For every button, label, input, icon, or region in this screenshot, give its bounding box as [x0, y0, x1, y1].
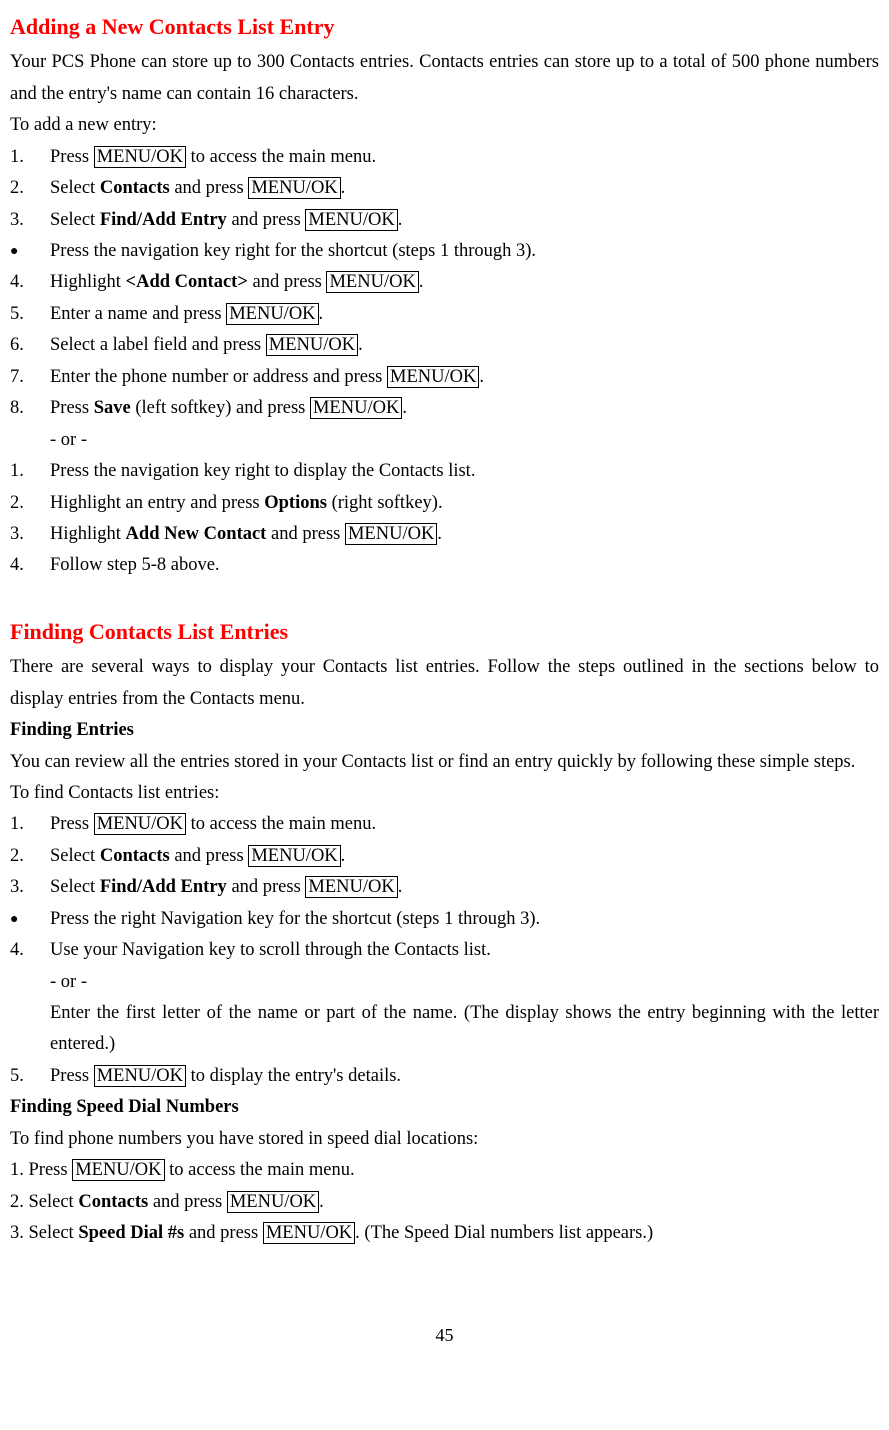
- step-number: 3.: [10, 205, 50, 236]
- key-label: MENU/OK: [263, 1222, 355, 1244]
- list-item: 4. Highlight <Add Contact> and press MEN…: [10, 267, 879, 298]
- list-item: 3. Select Speed Dial #s and press MENU/O…: [10, 1218, 879, 1249]
- list-item: 3. Select Find/Add Entry and press MENU/…: [10, 205, 879, 236]
- bold-term: Find/Add Entry: [100, 210, 227, 230]
- steps-list-1a: 1. Press MENU/OK to access the main menu…: [10, 142, 879, 236]
- list-item: 4. Follow step 5-8 above.: [10, 550, 879, 581]
- section-intro-1: Your PCS Phone can store up to 300 Conta…: [10, 47, 879, 110]
- list-item: 1. Press MENU/OK to access the main menu…: [10, 1155, 879, 1186]
- key-label: MENU/OK: [387, 366, 479, 388]
- step-number: 4.: [10, 267, 50, 298]
- sub-lead: To find phone numbers you have stored in…: [10, 1124, 879, 1155]
- step-number: 1.: [10, 809, 50, 840]
- bold-term: Options: [264, 493, 327, 513]
- step-number: 3.: [10, 519, 50, 550]
- section-lead-1: To add a new entry:: [10, 110, 879, 141]
- step-number: 7.: [10, 362, 50, 393]
- key-label: MENU/OK: [345, 523, 437, 545]
- list-item: 1. Press MENU/OK to access the main menu…: [10, 809, 879, 840]
- list-item: 2. Highlight an entry and press Options …: [10, 488, 879, 519]
- list-item: 1. Press MENU/OK to access the main menu…: [10, 142, 879, 173]
- or-text: Enter the first letter of the name or pa…: [50, 998, 879, 1061]
- bold-term: Speed Dial #s: [78, 1223, 184, 1243]
- bold-term: Contacts: [100, 846, 170, 866]
- list-item: 7. Enter the phone number or address and…: [10, 362, 879, 393]
- list-item: 1. Press the navigation key right to dis…: [10, 456, 879, 487]
- section-heading-1: Adding a New Contacts List Entry: [10, 8, 879, 45]
- list-item: 3. Highlight Add New Contact and press M…: [10, 519, 879, 550]
- bold-term: <Add Contact>: [126, 272, 248, 292]
- step-number: 4.: [10, 935, 50, 966]
- list-item: 2. Select Contacts and press MENU/OK.: [10, 841, 879, 872]
- bold-term: Add New Contact: [126, 524, 267, 544]
- step-number: 5.: [10, 299, 50, 330]
- key-label: MENU/OK: [248, 845, 340, 867]
- steps-list-1c: 1. Press the navigation key right to dis…: [10, 456, 879, 582]
- step-number: 6.: [10, 330, 50, 361]
- section-intro-2: There are several ways to display your C…: [10, 652, 879, 715]
- steps-list-2b: 1. Press MENU/OK to access the main menu…: [10, 1155, 879, 1249]
- key-label: MENU/OK: [310, 397, 402, 419]
- sub-lead: To find Contacts list entries:: [10, 778, 879, 809]
- list-item: 8. Press Save (left softkey) and press M…: [10, 393, 879, 424]
- list-item: 2. Select Contacts and press MENU/OK.: [10, 1187, 879, 1218]
- step-number: 3.: [10, 872, 50, 903]
- key-label: MENU/OK: [226, 303, 318, 325]
- key-label: MENU/OK: [266, 334, 358, 356]
- list-item: 5. Press MENU/OK to display the entry's …: [10, 1061, 879, 1092]
- key-label: MENU/OK: [72, 1159, 164, 1181]
- key-label: MENU/OK: [94, 1065, 186, 1087]
- step-number: 8.: [10, 393, 50, 424]
- key-label: MENU/OK: [305, 209, 397, 231]
- sub-intro: You can review all the entries stored in…: [10, 747, 879, 778]
- step-number: 2.: [10, 173, 50, 204]
- key-label: MENU/OK: [305, 876, 397, 898]
- step-number: 2.: [10, 841, 50, 872]
- list-item: 2. Select Contacts and press MENU/OK.: [10, 173, 879, 204]
- list-item: 3. Select Find/Add Entry and press MENU/…: [10, 872, 879, 903]
- or-separator: - or -: [50, 967, 879, 998]
- key-label: MENU/OK: [94, 146, 186, 168]
- step-number: 2.: [10, 488, 50, 519]
- bold-term: Contacts: [100, 178, 170, 198]
- bullet-item: ● Press the right Navigation key for the…: [10, 904, 879, 935]
- list-item: 6. Select a label field and press MENU/O…: [10, 330, 879, 361]
- bold-term: Contacts: [78, 1192, 148, 1212]
- bullet-icon: ●: [10, 236, 50, 267]
- section-heading-2: Finding Contacts List Entries: [10, 613, 879, 650]
- bold-term: Find/Add Entry: [100, 877, 227, 897]
- bullet-icon: ●: [10, 904, 50, 935]
- key-label: MENU/OK: [326, 271, 418, 293]
- step-number: 1.: [10, 456, 50, 487]
- key-label: MENU/OK: [248, 177, 340, 199]
- sub-heading: Finding Speed Dial Numbers: [10, 1092, 879, 1123]
- list-item: 4. Use your Navigation key to scroll thr…: [10, 935, 879, 966]
- step-number: 4.: [10, 550, 50, 581]
- or-separator: - or -: [50, 425, 879, 456]
- key-label: MENU/OK: [94, 813, 186, 835]
- page-number: 45: [10, 1320, 879, 1351]
- bullet-item: ● Press the navigation key right for the…: [10, 236, 879, 267]
- steps-list-1b: 4. Highlight <Add Contact> and press MEN…: [10, 267, 879, 424]
- step-number: 5.: [10, 1061, 50, 1092]
- steps-list-2a: 1. Press MENU/OK to access the main menu…: [10, 809, 879, 903]
- sub-heading: Finding Entries: [10, 715, 879, 746]
- step-number: 1.: [10, 142, 50, 173]
- key-label: MENU/OK: [227, 1191, 319, 1213]
- bold-term: Save: [94, 398, 131, 418]
- list-item: 5. Enter a name and press MENU/OK.: [10, 299, 879, 330]
